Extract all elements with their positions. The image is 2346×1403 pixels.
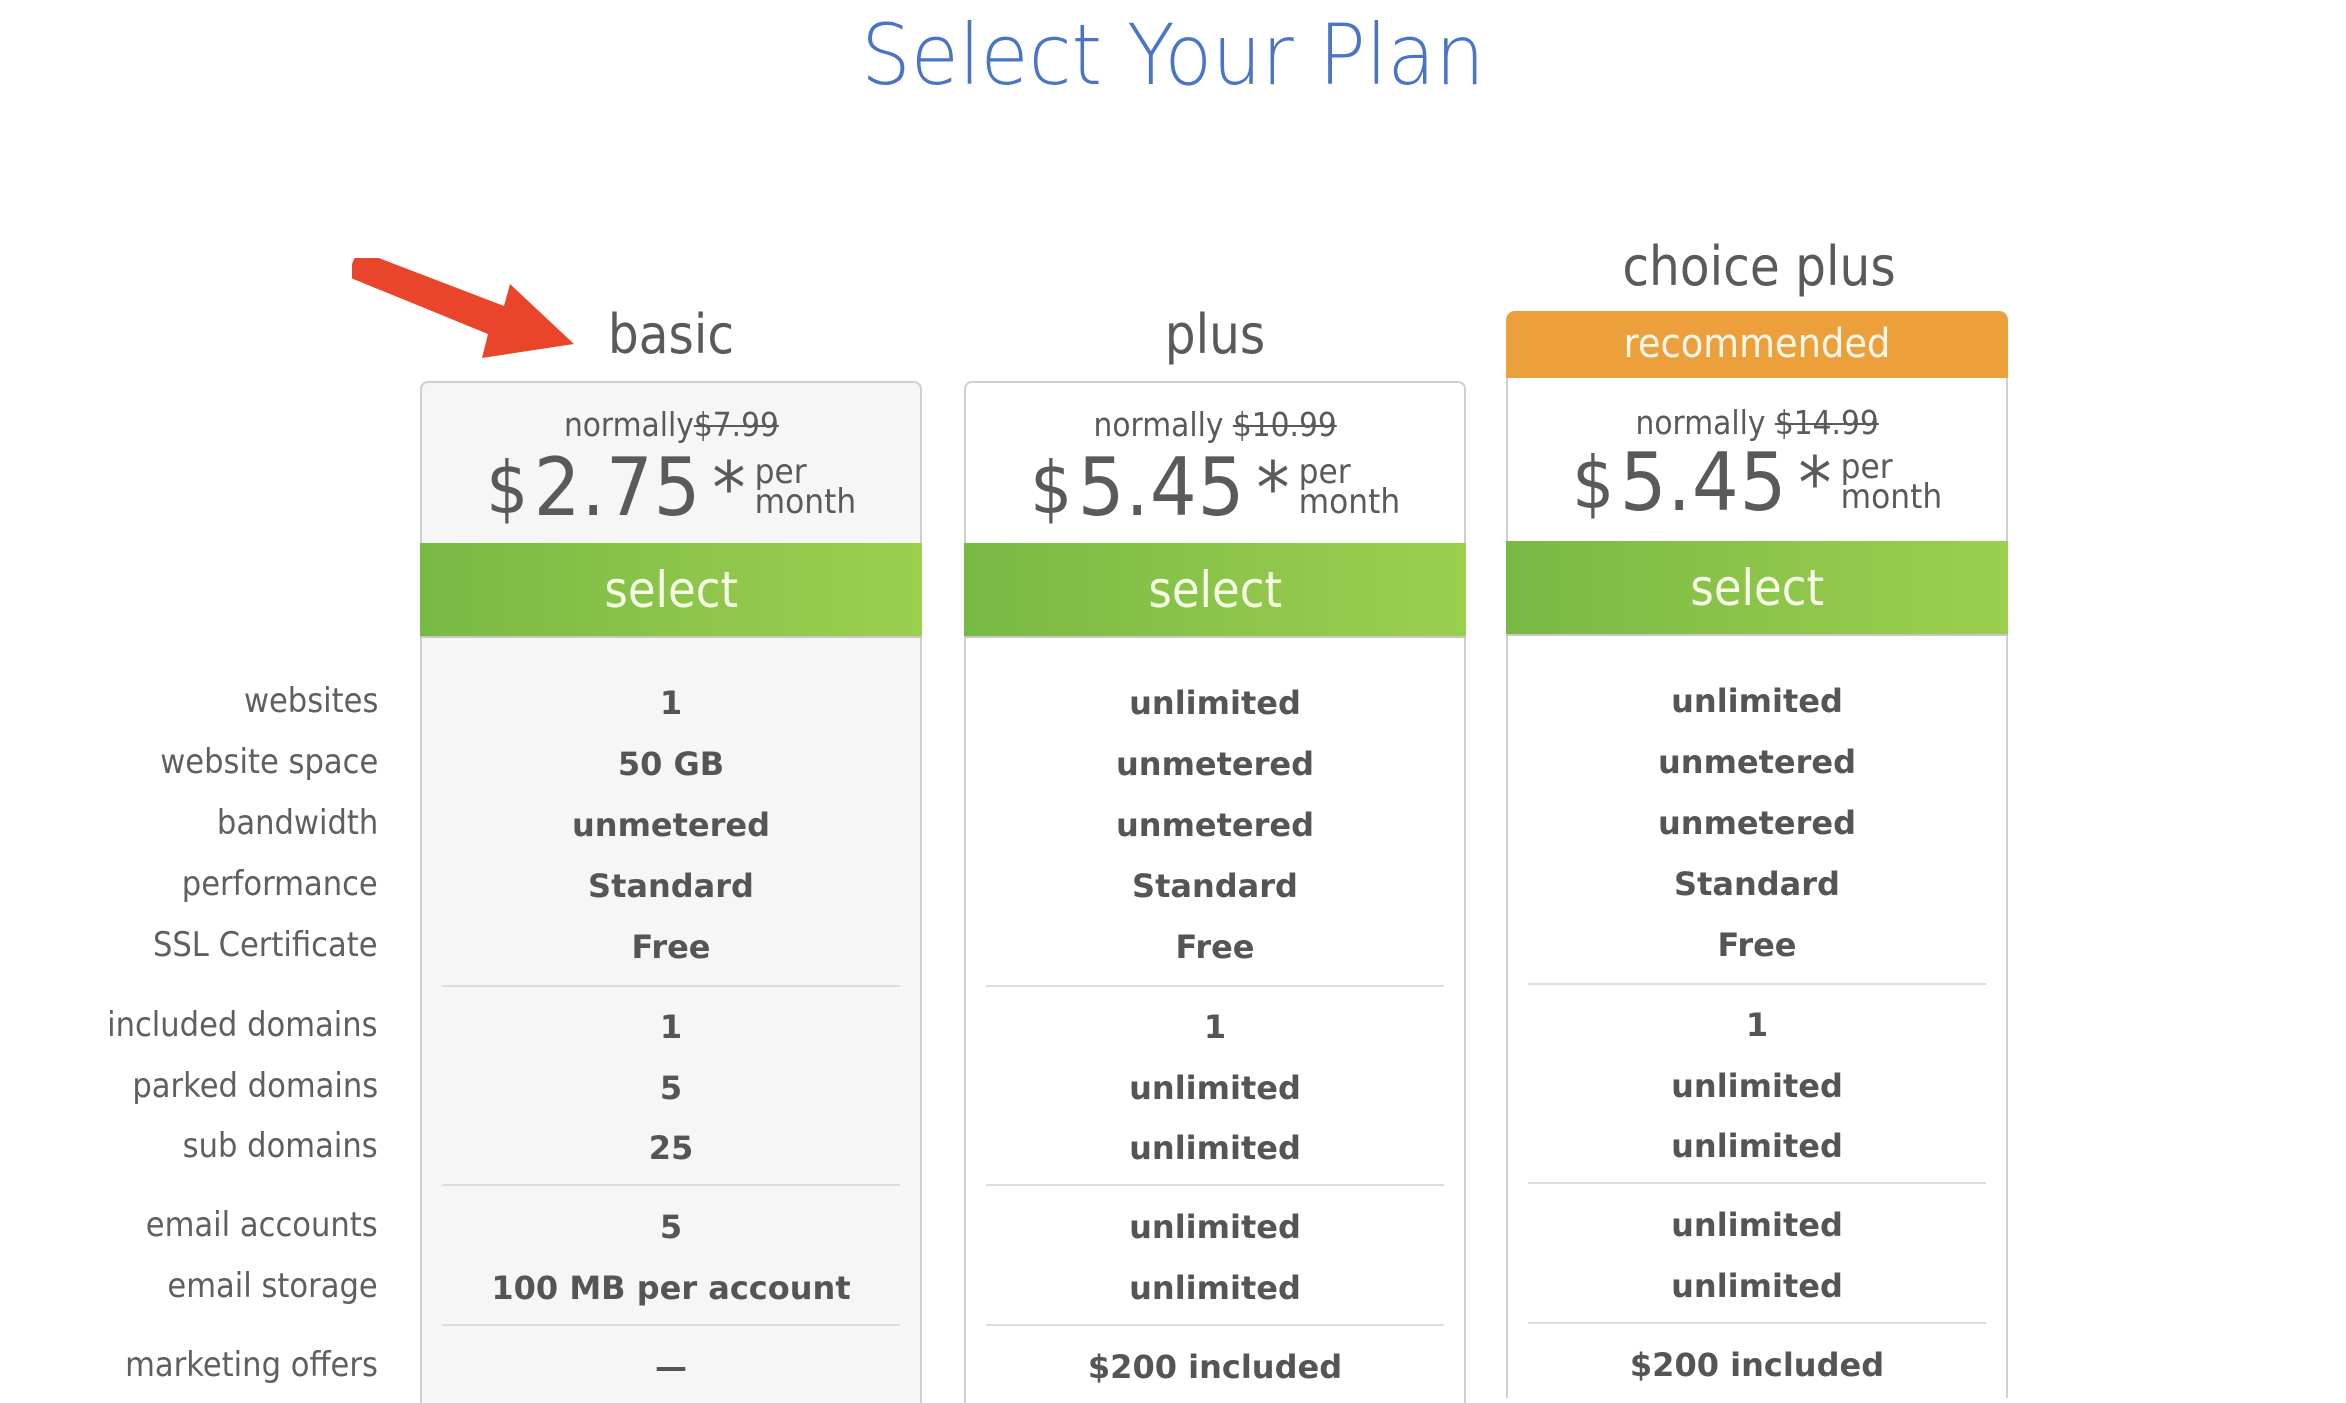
feature-label-email-accounts: email accounts xyxy=(146,1205,378,1245)
feature-label-email-storage: email storage xyxy=(167,1266,378,1306)
recommended-badge-label: recommended xyxy=(1623,321,1891,367)
feature-value: unlimited xyxy=(1671,682,1843,720)
feature-value: unlimited xyxy=(1129,684,1301,722)
normal-price-strikethrough: $14.99 xyxy=(1774,403,1879,442)
price-period: per month xyxy=(1840,447,1943,517)
normal-price-strikethrough: $7.99 xyxy=(693,405,779,444)
feature-value: unlimited xyxy=(1129,1269,1301,1307)
plan-card-plus: normally $10.99 $ 5.45 * per month select… xyxy=(964,381,1466,1403)
feature-value: Free xyxy=(1717,926,1797,964)
price-amount: 5.45 xyxy=(1077,441,1246,534)
price: $ 5.45 * per month xyxy=(966,445,1464,535)
normal-price-line: normally$7.99 xyxy=(422,405,920,445)
divider xyxy=(1528,1182,1986,1184)
feature-value: unlimited xyxy=(1129,1069,1301,1107)
normal-price-line: normally $10.99 xyxy=(966,405,1464,445)
feature-value: — xyxy=(655,1348,687,1386)
asterisk-icon: * xyxy=(712,446,746,530)
feature-value: 1 xyxy=(1203,1008,1227,1046)
feature-label-website-space: website space xyxy=(159,742,378,782)
divider xyxy=(986,985,1444,987)
select-button-plus[interactable]: select xyxy=(964,543,1466,636)
normally-label: normally xyxy=(563,405,694,444)
price: $ 5.45 * per month xyxy=(1508,440,2006,530)
feature-value: 5 xyxy=(659,1208,683,1246)
feature-value: unmetered xyxy=(1116,745,1314,783)
feature-label-included-domains: included domains xyxy=(107,1005,378,1045)
divider xyxy=(1528,983,1986,985)
feature-value: Free xyxy=(631,928,711,966)
feature-value: 100 MB per account xyxy=(491,1269,851,1307)
feature-label-marketing-offers: marketing offers xyxy=(125,1345,378,1385)
feature-value: unlimited xyxy=(1671,1067,1843,1105)
divider xyxy=(442,1184,900,1186)
feature-value: Standard xyxy=(588,867,754,905)
normally-label: normally xyxy=(1093,405,1224,444)
normal-price-strikethrough: $10.99 xyxy=(1232,405,1337,444)
feature-value: unmetered xyxy=(1658,743,1856,781)
feature-value: unlimited xyxy=(1671,1267,1843,1305)
plan-card-choice-plus: normally $14.99 $ 5.45 * per month select… xyxy=(1506,378,2008,1398)
divider xyxy=(442,1324,900,1326)
feature-value: unlimited xyxy=(1129,1208,1301,1246)
price: $ 2.75 * per month xyxy=(422,445,920,535)
feature-value: 50 GB xyxy=(617,745,725,783)
plan-card-basic: normally$7.99 $ 2.75 * per month select 1… xyxy=(420,381,922,1403)
feature-label-websites: websites xyxy=(243,681,378,721)
plan-name-plus: plus xyxy=(1164,303,1266,366)
price-amount: 5.45 xyxy=(1619,436,1788,529)
feature-label-bandwidth: bandwidth xyxy=(216,803,378,843)
select-button-basic[interactable]: select xyxy=(420,543,922,636)
select-button-choice-plus[interactable]: select xyxy=(1506,541,2008,634)
plan-name-choice-plus: choice plus xyxy=(1622,235,1896,298)
feature-value: 1 xyxy=(659,1008,683,1046)
feature-value: Standard xyxy=(1132,867,1298,905)
feature-value: unmetered xyxy=(1116,806,1314,844)
plan-name-basic: basic xyxy=(607,303,735,366)
divider xyxy=(986,1184,1444,1186)
price-amount: 2.75 xyxy=(533,441,702,534)
feature-value: unmetered xyxy=(572,806,770,844)
feature-label-parked-domains: parked domains xyxy=(132,1066,378,1106)
price-period: per month xyxy=(754,452,857,522)
feature-value: 5 xyxy=(659,1069,683,1107)
currency-symbol: $ xyxy=(1029,446,1073,530)
feature-value: $200 included xyxy=(1087,1348,1343,1386)
page-title: Select Your Plan xyxy=(861,6,1485,104)
feature-label-ssl-certificate: SSL Certificate xyxy=(153,925,378,965)
currency-symbol: $ xyxy=(485,446,529,530)
feature-value: Free xyxy=(1175,928,1255,966)
feature-value: $200 included xyxy=(1629,1346,1885,1384)
asterisk-icon: * xyxy=(1798,441,1832,525)
feature-value: unlimited xyxy=(1671,1206,1843,1244)
feature-value: Standard xyxy=(1674,865,1840,903)
divider xyxy=(1528,1322,1986,1324)
feature-value: 25 xyxy=(648,1129,694,1167)
feature-value: 1 xyxy=(1745,1006,1769,1044)
price-period: per month xyxy=(1298,452,1401,522)
divider xyxy=(986,1324,1444,1326)
feature-value: 1 xyxy=(659,684,683,722)
recommended-badge: recommended xyxy=(1506,311,2008,378)
currency-symbol: $ xyxy=(1571,441,1615,525)
asterisk-icon: * xyxy=(1256,446,1290,530)
feature-label-sub-domains: sub domains xyxy=(182,1126,378,1166)
feature-value: unmetered xyxy=(1658,804,1856,842)
feature-label-performance: performance xyxy=(182,864,378,904)
feature-value: unlimited xyxy=(1671,1127,1843,1165)
divider xyxy=(442,985,900,987)
feature-value: unlimited xyxy=(1129,1129,1301,1167)
